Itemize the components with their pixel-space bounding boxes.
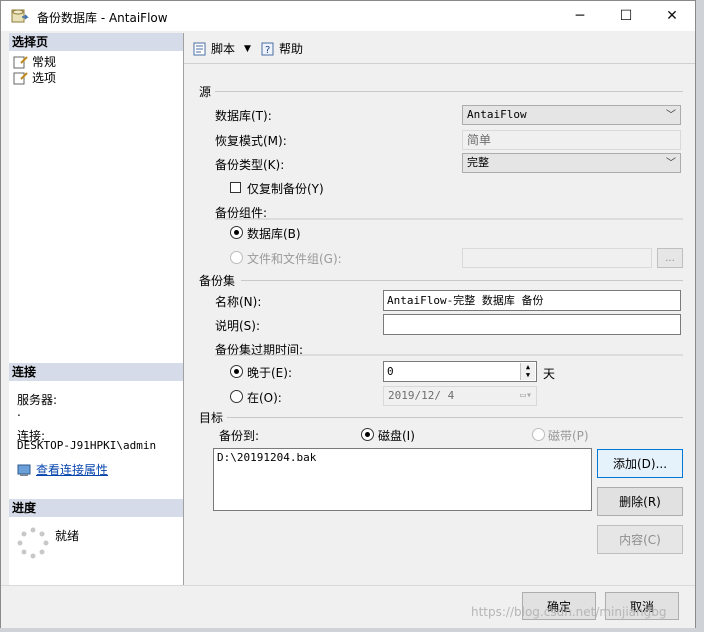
help-button[interactable]: ? 帮助 xyxy=(260,40,303,57)
chevron-down-icon[interactable]: ▼ xyxy=(244,44,251,54)
list-item[interactable]: D:\20191204.bak xyxy=(217,451,316,464)
page-wrench-icon xyxy=(13,71,28,84)
database-backup-icon xyxy=(11,9,29,23)
backup-database-dialog: 备份数据库 - AntaiFlow ─ ☐ ✕ 选择页 常规 选项 连接 服务器… xyxy=(0,0,696,628)
backup-type-value: 完整 xyxy=(467,156,489,169)
help-label: 帮助 xyxy=(279,42,304,56)
progress-status: 就绪 xyxy=(55,529,80,543)
svg-text:?: ? xyxy=(265,45,270,56)
name-label: 名称(N): xyxy=(215,295,262,309)
watermark: https://blog.csdn.net/minjiangbg xyxy=(471,605,667,619)
connection-value: DESKTOP-J91HPKI\admin xyxy=(17,439,157,452)
page-item-label: 选项 xyxy=(32,71,57,85)
properties-icon xyxy=(17,464,31,476)
days-unit-label: 天 xyxy=(543,367,556,381)
description-label: 说明(S): xyxy=(215,319,261,333)
view-connection-properties-link[interactable]: 查看连接属性 xyxy=(17,461,108,478)
source-section-title: 源 xyxy=(199,85,212,99)
backup-set-section-title: 备份集 xyxy=(199,274,236,288)
page-item-general[interactable]: 常规 xyxy=(13,53,56,70)
toolbar: 脚本 ▼ ? 帮助 xyxy=(184,33,695,64)
expire-date-value: 2019/12/ 4 xyxy=(388,389,455,402)
component-files-radio[interactable] xyxy=(230,251,243,264)
chevron-down-icon: ﹀ xyxy=(666,110,676,121)
destination-section-title: 目标 xyxy=(199,411,224,425)
backup-type-select[interactable]: 完整 ﹀ xyxy=(462,153,681,173)
description-input[interactable] xyxy=(383,314,681,335)
spinner-icon xyxy=(17,527,49,559)
tape-label: 磁带(P) xyxy=(548,429,589,443)
name-input[interactable]: AntaiFlow-完整 数据库 备份 xyxy=(383,290,681,311)
destination-divider xyxy=(227,417,683,418)
expire-after-label: 晚于(E): xyxy=(247,366,292,380)
help-icon: ? xyxy=(261,42,274,56)
destination-list[interactable]: D:\20191204.bak xyxy=(213,448,592,511)
disk-radio[interactable] xyxy=(361,428,374,441)
chevron-down-icon: ﹀ xyxy=(666,158,676,169)
connection-header: 连接 xyxy=(9,363,183,381)
expire-date-picker[interactable]: 2019/12/ 4 ▭▾ xyxy=(383,386,537,406)
title-bar: 备份数据库 - AntaiFlow ─ ☐ ✕ xyxy=(1,1,695,31)
disk-label: 磁盘(I) xyxy=(378,429,415,443)
files-filegroups-field xyxy=(462,248,652,268)
page-item-label: 常规 xyxy=(32,55,57,69)
expire-on-radio[interactable] xyxy=(230,390,243,403)
database-select-value: AntaiFlow xyxy=(467,108,527,121)
progress-header: 进度 xyxy=(9,499,183,517)
source-divider xyxy=(215,91,683,92)
page-item-options[interactable]: 选项 xyxy=(13,69,56,86)
backup-to-label: 备份到: xyxy=(219,429,260,443)
maximize-button[interactable]: ☐ xyxy=(603,1,649,31)
browse-files-button[interactable]: ... xyxy=(657,248,683,268)
component-database-radio[interactable] xyxy=(230,226,243,239)
script-label: 脚本 xyxy=(211,42,236,56)
view-connection-properties-label[interactable]: 查看连接属性 xyxy=(36,461,108,478)
contents-button[interactable]: 内容(C) xyxy=(597,525,683,554)
expire-after-radio[interactable] xyxy=(230,365,243,378)
recovery-model-label: 恢复模式(M): xyxy=(215,134,287,148)
database-select[interactable]: AntaiFlow ﹀ xyxy=(462,105,681,125)
left-pane: 选择页 常规 选项 连接 服务器: . 连接: DESKTOP-J91HPKI\… xyxy=(9,33,184,585)
expire-on-label: 在(O): xyxy=(247,391,282,405)
window-title: 备份数据库 - AntaiFlow xyxy=(37,11,168,25)
server-label: 服务器: xyxy=(17,393,58,407)
remove-destination-button[interactable]: 删除(R) xyxy=(597,487,683,516)
select-page-header: 选择页 xyxy=(9,33,183,51)
add-destination-button[interactable]: 添加(D)... xyxy=(597,449,683,478)
script-icon xyxy=(193,42,206,55)
copy-only-label: 仅复制备份(Y) xyxy=(247,182,324,196)
recovery-model-value: 简单 xyxy=(462,130,681,150)
component-files-label: 文件和文件组(G): xyxy=(247,252,342,266)
backup-set-divider xyxy=(241,280,683,281)
close-button[interactable]: ✕ xyxy=(649,1,695,31)
database-label: 数据库(T): xyxy=(215,109,272,123)
expire-days-value: 0 xyxy=(387,365,394,378)
days-stepper[interactable]: ▲ ▼ xyxy=(520,363,535,380)
calendar-dropdown-icon: ▭▾ xyxy=(519,390,532,401)
minimize-button[interactable]: ─ xyxy=(557,1,603,31)
backup-type-label: 备份类型(K): xyxy=(215,158,285,172)
copy-only-checkbox[interactable] xyxy=(230,182,241,193)
tape-radio[interactable] xyxy=(532,428,545,441)
script-button[interactable]: 脚本 ▼ xyxy=(192,40,251,57)
page-wrench-icon xyxy=(13,55,28,68)
expire-days-input[interactable]: 0 ▲ ▼ xyxy=(383,361,537,382)
server-value: . xyxy=(17,405,21,419)
component-database-label: 数据库(B) xyxy=(247,227,301,241)
